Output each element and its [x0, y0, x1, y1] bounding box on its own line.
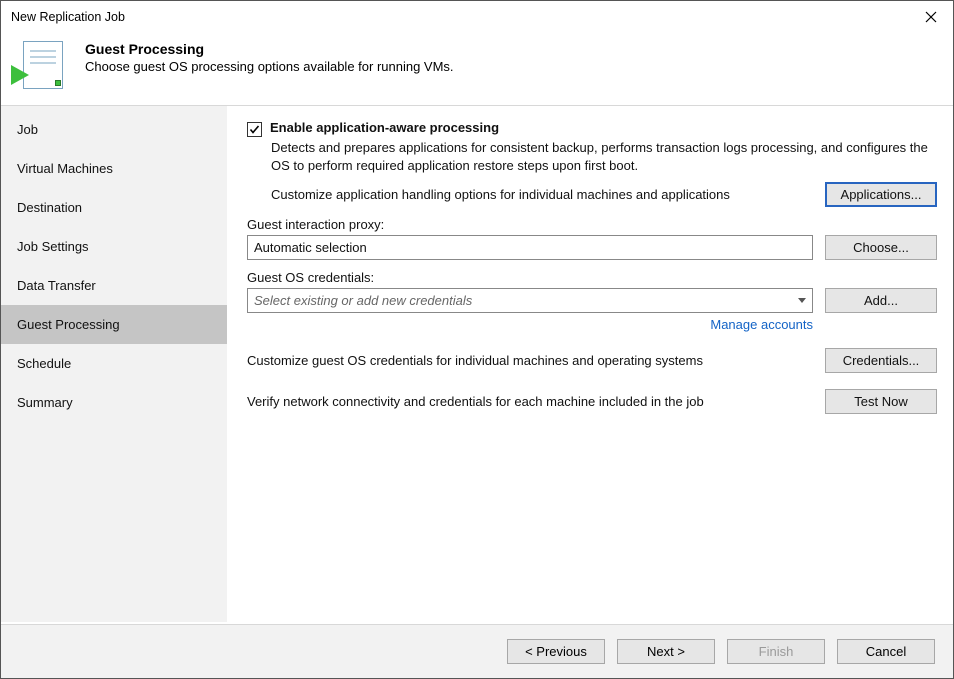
titlebar: New Replication Job [1, 1, 953, 33]
add-button[interactable]: Add... [825, 288, 937, 313]
sidebar-item-guest-processing[interactable]: Guest Processing [1, 305, 227, 344]
sidebar-item-schedule[interactable]: Schedule [1, 344, 227, 383]
wizard-window: New Replication Job Guest Processing Cho… [0, 0, 954, 679]
wizard-steps-sidebar: Job Virtual Machines Destination Job Set… [1, 106, 227, 622]
next-button[interactable]: Next > [617, 639, 715, 664]
sidebar-item-destination[interactable]: Destination [1, 188, 227, 227]
sidebar-item-job[interactable]: Job [1, 110, 227, 149]
proxy-input[interactable]: Automatic selection [247, 235, 813, 260]
sidebar-item-summary[interactable]: Summary [1, 383, 227, 422]
credentials-button[interactable]: Credentials... [825, 348, 937, 373]
sidebar-item-job-settings[interactable]: Job Settings [1, 227, 227, 266]
customize-credentials-label: Customize guest OS credentials for indiv… [247, 353, 813, 368]
finish-button: Finish [727, 639, 825, 664]
applications-label: Customize application handling options f… [271, 187, 815, 202]
header-section: Guest Processing Choose guest OS process… [1, 33, 953, 105]
test-label: Verify network connectivity and credenti… [247, 394, 813, 409]
cancel-button[interactable]: Cancel [837, 639, 935, 664]
chevron-down-icon [798, 298, 806, 303]
manage-accounts-link[interactable]: Manage accounts [247, 317, 813, 332]
proxy-label: Guest interaction proxy: [247, 217, 937, 232]
close-icon [925, 11, 937, 23]
choose-button[interactable]: Choose... [825, 235, 937, 260]
guest-processing-icon [15, 41, 63, 89]
content-panel: Enable application-aware processing Dete… [227, 106, 953, 622]
previous-button[interactable]: < Previous [507, 639, 605, 664]
check-icon [249, 124, 260, 135]
sidebar-item-virtual-machines[interactable]: Virtual Machines [1, 149, 227, 188]
credentials-placeholder: Select existing or add new credentials [254, 293, 472, 308]
page-subtitle: Choose guest OS processing options avail… [85, 59, 454, 74]
window-title: New Replication Job [11, 10, 125, 24]
close-button[interactable] [917, 5, 945, 29]
credentials-select[interactable]: Select existing or add new credentials [247, 288, 813, 313]
credentials-label: Guest OS credentials: [247, 270, 937, 285]
sidebar-item-data-transfer[interactable]: Data Transfer [1, 266, 227, 305]
footer-button-bar: < Previous Next > Finish Cancel [1, 624, 953, 678]
test-now-button[interactable]: Test Now [825, 389, 937, 414]
applications-button[interactable]: Applications... [825, 182, 937, 207]
enable-app-aware-checkbox[interactable] [247, 122, 262, 137]
enable-app-aware-description: Detects and prepares applications for co… [271, 139, 937, 174]
enable-app-aware-label: Enable application-aware processing [270, 120, 499, 135]
page-title: Guest Processing [85, 41, 454, 57]
proxy-input-value: Automatic selection [254, 240, 367, 255]
